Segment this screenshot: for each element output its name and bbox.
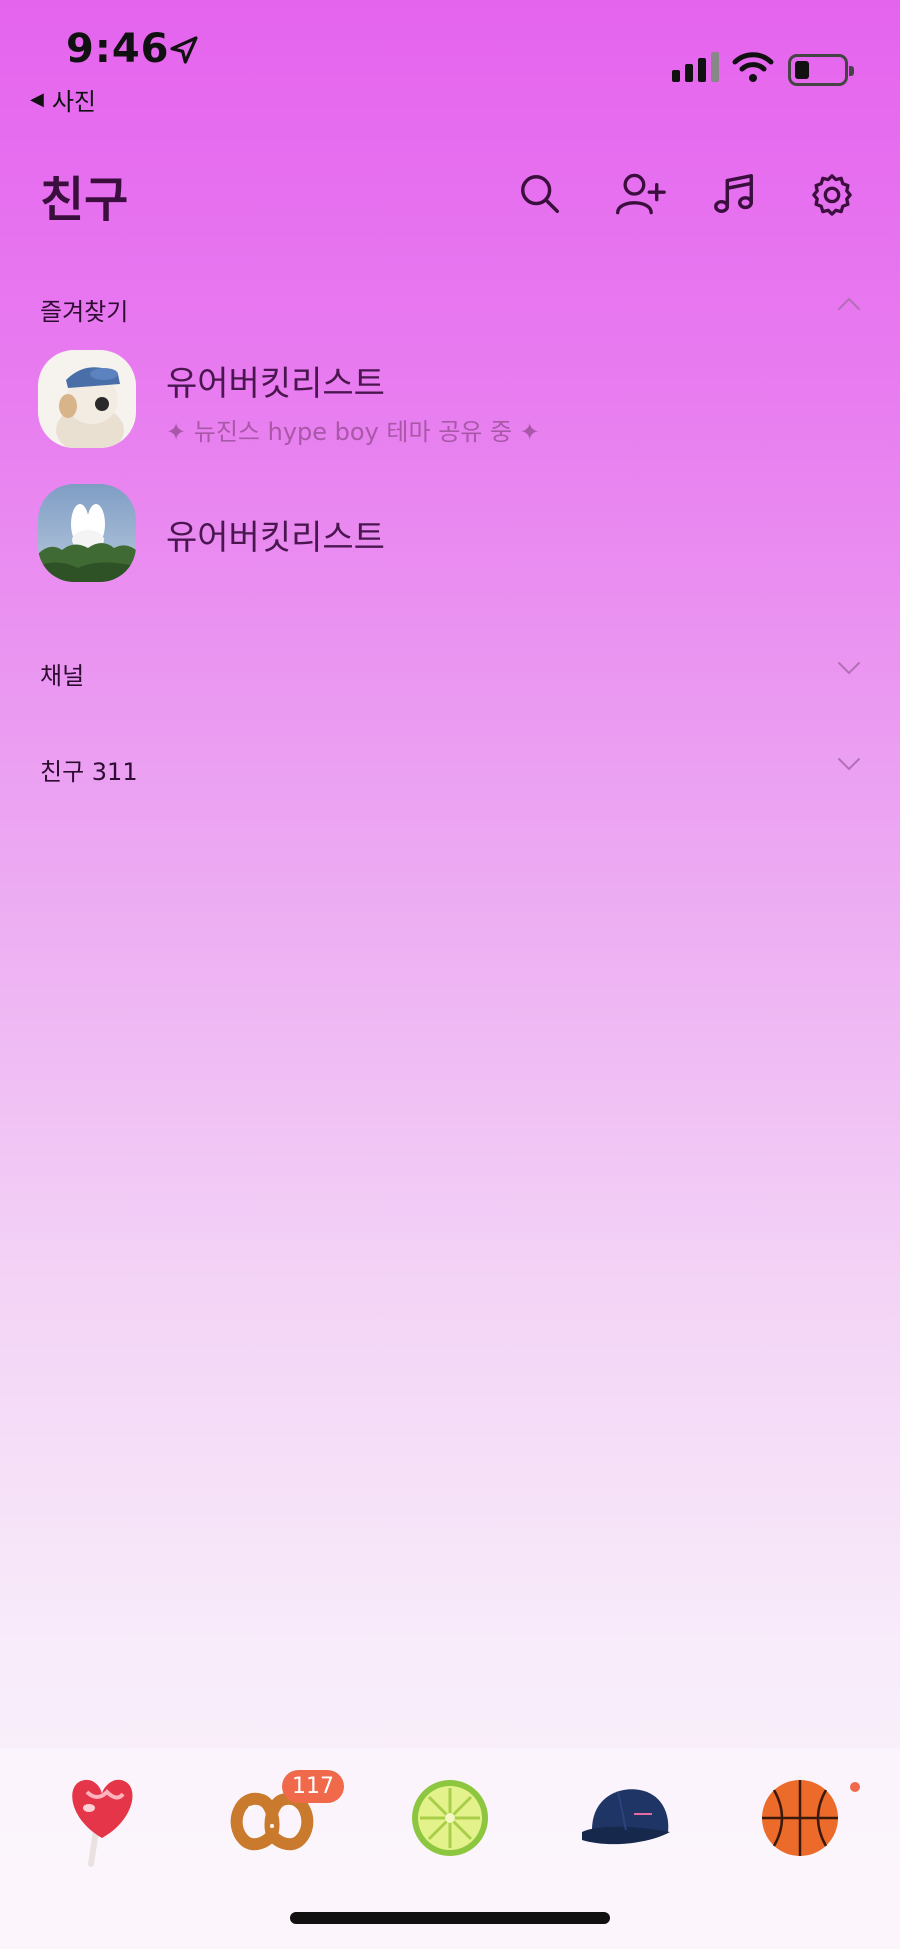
music-icon bbox=[714, 174, 753, 213]
channel-label: 채널 bbox=[40, 662, 85, 690]
page-title: 친구 bbox=[40, 172, 129, 228]
channel-section-header[interactable]: 채널 bbox=[0, 646, 900, 696]
avatar bbox=[38, 350, 136, 448]
chevron-up-icon bbox=[838, 297, 860, 310]
settings-button[interactable] bbox=[804, 166, 860, 222]
basketball-icon bbox=[762, 1780, 838, 1856]
notification-dot bbox=[850, 1782, 860, 1792]
wifi-icon bbox=[732, 52, 774, 82]
unread-badge: 117 bbox=[282, 1770, 344, 1803]
back-triangle-icon: ◀ bbox=[30, 89, 44, 110]
favorites-label: 즐겨찾기 bbox=[40, 298, 129, 326]
tab-friends[interactable] bbox=[52, 1768, 152, 1868]
favorites-section-header[interactable]: 즐겨찾기 bbox=[0, 282, 900, 332]
signal-icon bbox=[672, 52, 719, 82]
location-arrow-icon bbox=[170, 36, 198, 64]
favorite-friend-row[interactable]: 유어버킷리스트 bbox=[0, 484, 900, 594]
clock: 9:46 bbox=[66, 26, 170, 72]
search-button[interactable] bbox=[512, 166, 568, 222]
friend-name: 유어버킷리스트 bbox=[166, 364, 385, 404]
battery-icon bbox=[788, 54, 854, 86]
chevron-down-icon bbox=[838, 662, 860, 675]
lime-icon bbox=[412, 1780, 488, 1856]
friends-section-header[interactable]: 친구 311 bbox=[0, 742, 900, 792]
header: 친구 bbox=[0, 160, 900, 240]
tab-view[interactable] bbox=[400, 1768, 500, 1868]
avatar bbox=[38, 484, 136, 582]
cap-icon bbox=[582, 1789, 670, 1845]
home-indicator[interactable] bbox=[290, 1912, 610, 1924]
add-friend-button[interactable] bbox=[612, 166, 668, 222]
tab-shopping[interactable] bbox=[578, 1768, 678, 1868]
back-to-photos-link[interactable]: ◀ 사진 bbox=[30, 82, 96, 117]
music-button[interactable] bbox=[706, 166, 762, 222]
favorite-friend-row[interactable]: 유어버킷리스트 ✦ 뉴진스 hype boy 테마 공유 중 ✦ bbox=[0, 350, 900, 460]
tab-more[interactable] bbox=[750, 1768, 850, 1868]
friend-name: 유어버킷리스트 bbox=[166, 518, 385, 558]
back-label: 사진 bbox=[51, 88, 97, 116]
friend-status-message: ✦ 뉴진스 hype boy 테마 공유 중 ✦ bbox=[166, 418, 540, 446]
chevron-down-icon bbox=[838, 758, 860, 771]
status-bar: 9:46 ◀ 사진 bbox=[0, 0, 900, 120]
add-friend-icon bbox=[616, 173, 666, 215]
search-icon bbox=[521, 175, 559, 213]
gear-icon bbox=[812, 174, 852, 216]
friends-count-label: 친구 311 bbox=[40, 758, 138, 786]
lollipop-icon bbox=[72, 1779, 133, 1867]
